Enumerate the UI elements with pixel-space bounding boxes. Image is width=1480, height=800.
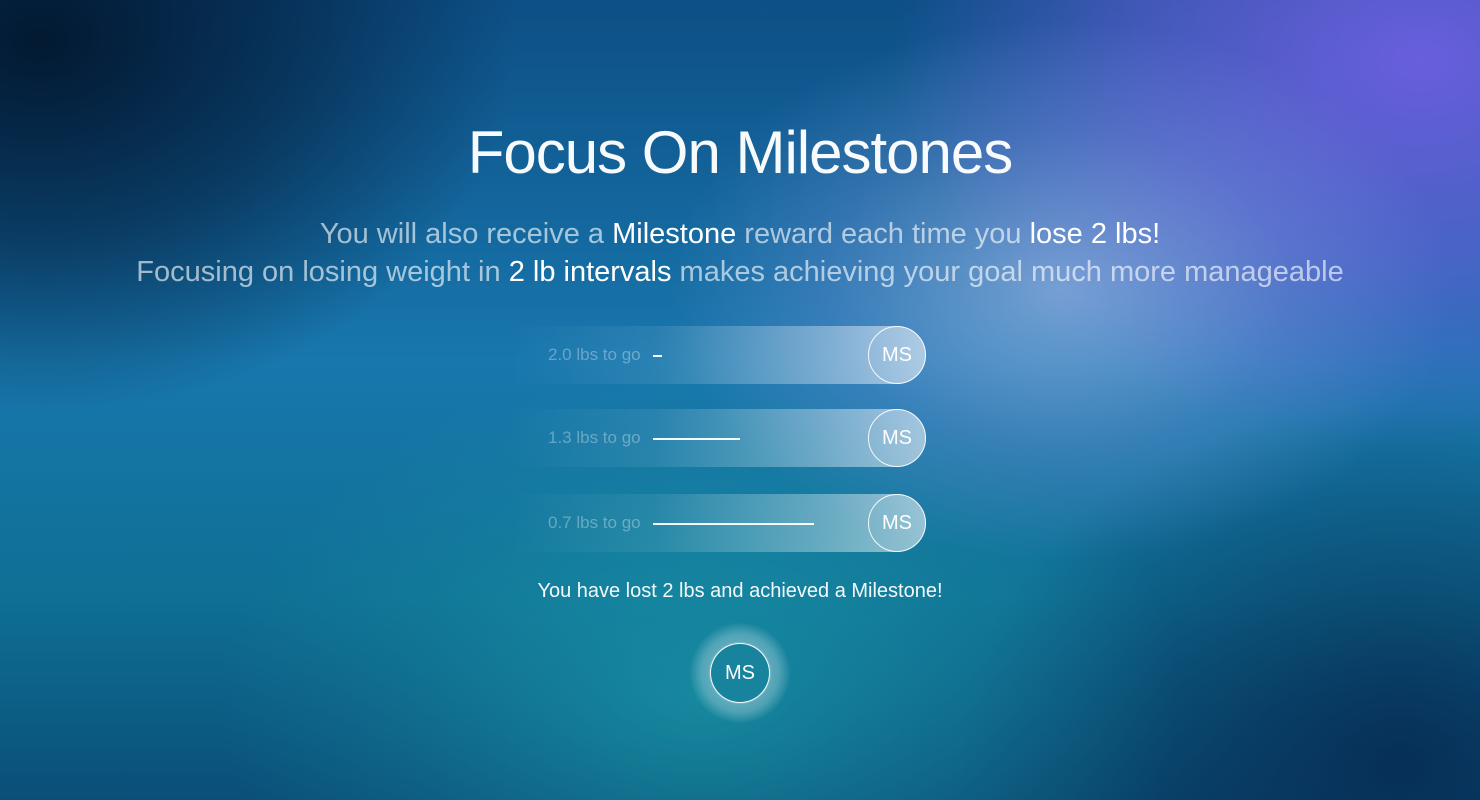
progress-line-1 bbox=[653, 355, 662, 357]
milestone-badge-2: MS bbox=[868, 409, 926, 467]
subtitle-line-2: Focusing on losing weight in 2 lb interv… bbox=[0, 256, 1480, 289]
progress-track-2: 1.3 lbs to go MS bbox=[508, 409, 926, 467]
milestones-panel: Focus On Milestones You will also receiv… bbox=[0, 0, 1480, 800]
subtitle-1-text-b: reward each time you bbox=[736, 218, 1030, 250]
subtitle-1-highlight-lose: lose 2 lbs! bbox=[1029, 218, 1161, 250]
milestone-badge-3: MS bbox=[868, 494, 926, 552]
subtitle-2-highlight-intervals: 2 lb intervals bbox=[508, 256, 672, 288]
progress-track-3: 0.7 lbs to go MS bbox=[508, 494, 926, 552]
progress-label-2: 1.3 lbs to go bbox=[548, 428, 641, 447]
progress-track-1: 2.0 lbs to go MS bbox=[508, 326, 926, 384]
progress-label-1: 2.0 lbs to go bbox=[548, 345, 641, 364]
achievement-badge: MS bbox=[710, 643, 770, 703]
subtitle-line-1: You will also receive a Milestone reward… bbox=[0, 218, 1480, 251]
subtitle-2-text-a: Focusing on losing weight in bbox=[136, 256, 509, 288]
subtitle-1-text-a: You will also receive a bbox=[319, 218, 613, 250]
progress-line-3 bbox=[653, 523, 814, 525]
progress-line-2 bbox=[653, 438, 740, 440]
milestone-badge-1: MS bbox=[868, 326, 926, 384]
page-title: Focus On Milestones bbox=[467, 119, 1014, 186]
progress-label-3: 0.7 lbs to go bbox=[548, 513, 641, 532]
subtitle-1-highlight-milestone: Milestone bbox=[612, 218, 737, 250]
subtitle-2-text-b: makes achieving your goal much more mana… bbox=[671, 256, 1344, 288]
achievement-message: You have lost 2 lbs and achieved a Miles… bbox=[537, 580, 943, 602]
